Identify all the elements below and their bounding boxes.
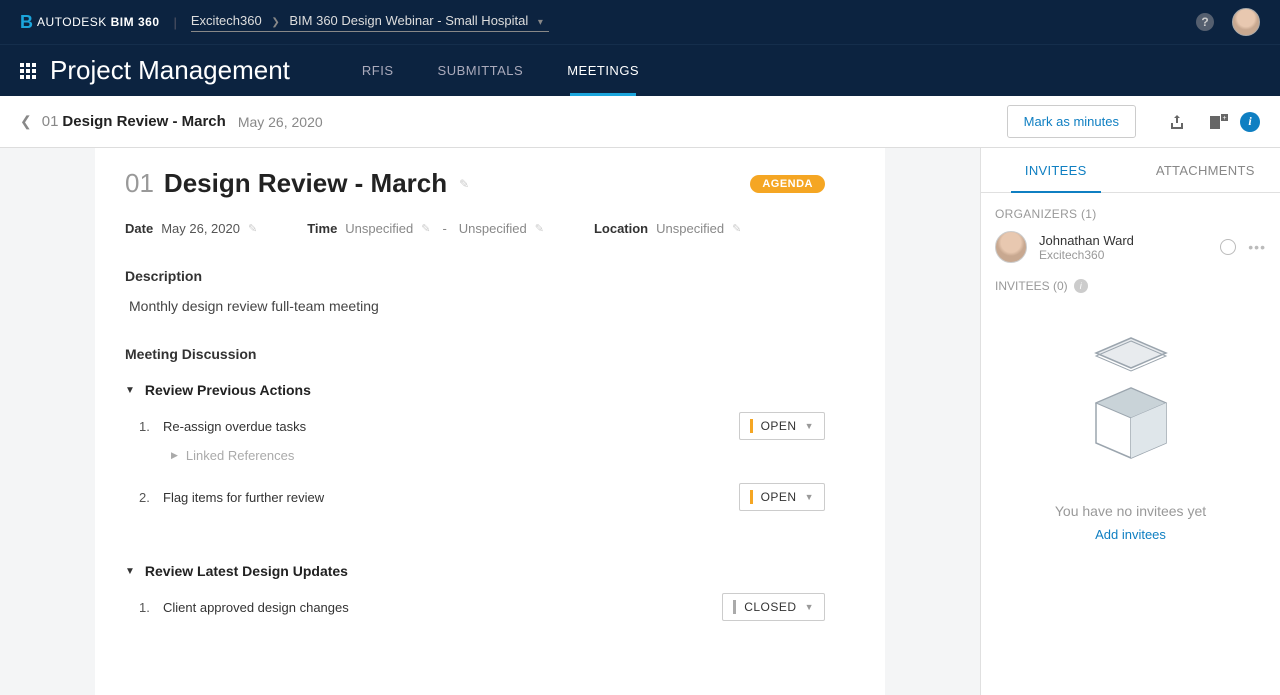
item-text: Flag items for further review [163,490,739,505]
separator: | [174,15,177,30]
location-label: Location [594,221,648,236]
chevron-down-icon: ▼ [805,602,814,612]
status-dropdown[interactable]: CLOSED ▼ [722,593,825,621]
location-value: Unspecified [656,221,724,236]
item-number: 1. [139,419,163,434]
invitees-heading: INVITEES (0) [995,279,1068,293]
collapse-icon[interactable]: ▼ [125,385,135,396]
status-label: OPEN [761,419,797,433]
breadcrumb-org: Excitech360 [191,13,262,28]
organizer-avatar [995,231,1027,263]
description-heading: Description [125,268,825,284]
breadcrumb-project: BIM 360 Design Webinar - Small Hospital [289,13,528,28]
export-icon[interactable] [1166,111,1188,133]
chevron-right-icon: ❯ [271,17,279,28]
topic-title: Review Latest Design Updates [145,563,348,579]
info-icon[interactable]: i [1074,279,1088,293]
status-dropdown[interactable]: OPEN ▼ [739,412,825,440]
svg-text:+: + [1222,115,1226,122]
attendance-toggle[interactable] [1220,239,1236,255]
meeting-title: Design Review - March [164,168,447,199]
chevron-down-icon: ▼ [805,421,814,431]
meeting-number: 01 [125,168,154,199]
chevron-down-icon: ▾ [538,17,543,28]
organizer-company: Excitech360 [1039,248,1208,262]
page-title: Design Review - March [62,113,225,130]
organizer-row: Johnathan Ward Excitech360 ••• [995,231,1266,263]
time-end-value: Unspecified [459,221,527,236]
breadcrumb[interactable]: Excitech360 ❯ BIM 360 Design Webinar - S… [191,13,549,32]
info-icon[interactable]: i [1240,112,1260,132]
edit-time-end-icon[interactable]: ✎ [535,222,544,235]
edit-title-icon[interactable]: ✎ [459,177,469,191]
edit-time-start-icon[interactable]: ✎ [421,222,430,235]
time-start-value: Unspecified [345,221,413,236]
date-label: Date [125,221,153,236]
status-label: CLOSED [744,600,796,614]
app-switcher-icon[interactable] [20,63,36,79]
item-text: Client approved design changes [163,600,722,615]
linked-references[interactable]: ▶Linked References [171,448,825,463]
add-invitees-link[interactable]: Add invitees [1095,527,1166,542]
status-dropdown[interactable]: OPEN ▼ [739,483,825,511]
status-label: OPEN [761,490,797,504]
tab-attachments[interactable]: ATTACHMENTS [1131,148,1280,192]
chevron-down-icon: ▼ [805,492,814,502]
module-title: Project Management [50,55,290,86]
description-text: Monthly design review full-team meeting [129,298,825,314]
empty-state-illustration [1086,333,1176,473]
discussion-item: 1. Client approved design changes CLOSED… [139,593,825,621]
follow-up-icon[interactable]: + [1208,111,1230,133]
collapse-icon[interactable]: ▼ [125,566,135,577]
item-number: 2. [139,490,163,505]
edit-location-icon[interactable]: ✎ [732,222,741,235]
edit-date-icon[interactable]: ✎ [248,222,257,235]
mark-as-minutes-button[interactable]: Mark as minutes [1007,105,1136,138]
topic-title: Review Previous Actions [145,382,311,398]
user-avatar[interactable] [1232,8,1260,36]
discussion-item: 2. Flag items for further review OPEN ▼ [139,483,825,511]
item-number: 1. [139,600,163,615]
more-options-icon[interactable]: ••• [1248,239,1266,255]
time-label: Time [307,221,337,236]
organizer-name: Johnathan Ward [1039,233,1208,248]
brand-logo: B [20,12,33,33]
help-icon[interactable]: ? [1196,13,1214,31]
tab-submittals[interactable]: SUBMITTALS [416,45,546,96]
status-badge: AGENDA [750,175,825,193]
organizers-heading: ORGANIZERS (1) [995,207,1266,221]
page-date: May 26, 2020 [238,114,323,130]
discussion-heading: Meeting Discussion [125,346,825,362]
expand-icon: ▶ [171,450,178,461]
brand-name: AUTODESK BIM 360 [37,15,160,29]
date-value: May 26, 2020 [161,221,240,236]
page-number: 01 [42,113,59,130]
discussion-item: 1. Re-assign overdue tasks OPEN ▼ [139,412,825,440]
tab-rfis[interactable]: RFIS [340,45,416,96]
tab-meetings[interactable]: MEETINGS [545,45,661,96]
back-button[interactable]: ❮ [20,113,32,130]
tab-invitees[interactable]: INVITEES [981,148,1131,192]
item-text: Re-assign overdue tasks [163,419,739,434]
empty-state-message: You have no invitees yet [1055,503,1206,519]
